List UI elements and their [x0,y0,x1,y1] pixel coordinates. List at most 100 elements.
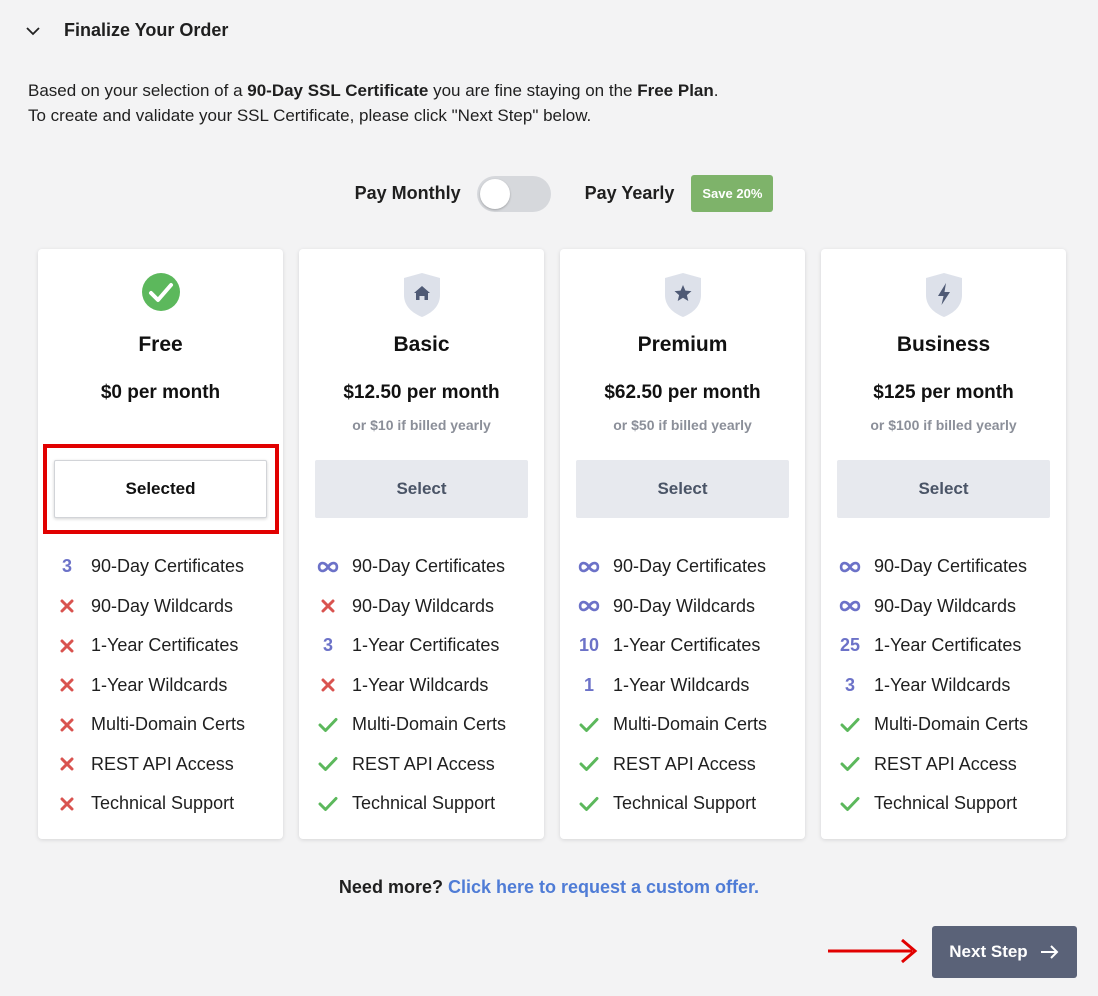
chevron-down-icon [26,26,40,35]
plan-name: Business [896,333,991,356]
cross-icon [55,599,79,613]
feature-label: 90-Day Wildcards [613,595,756,616]
plan-price: $62.50 per month [604,382,761,403]
feature-item: Technical Support [838,784,1028,824]
plan-name: Basic [393,333,450,356]
feature-label: 1-Year Certificates [91,635,239,656]
feature-list: 3 90-Day Certificates 90-Day Wildcards 1-Ye… [55,547,245,824]
plan-icon [821,271,1066,319]
feature-label: 1-Year Wildcards [352,674,489,695]
feature-label: 90-Day Wildcards [352,595,495,616]
check-icon [316,756,340,772]
feature-label: 1-Year Wildcards [874,674,1011,695]
feature-item: Technical Support [577,784,767,824]
feature-label: Multi-Domain Certs [352,714,507,735]
feature-count: 10 [578,635,600,656]
feature-item: REST API Access [838,745,1028,785]
feature-item: 90-Day Certificates [577,547,767,587]
feature-label: Technical Support [874,793,1018,814]
feature-label: Technical Support [352,793,496,814]
billing-toggle[interactable] [476,175,551,212]
intro-plan: Free Plan [637,81,714,100]
plan-card-business: Business $125 per month or $100 if billed … [821,249,1066,839]
feature-item: 3 90-Day Certificates [55,547,245,587]
custom-offer-row: Need more? Click here to request a custo… [0,877,1098,898]
plan-price: $0 per month [100,382,221,403]
intro-text: Based on your selection of a 90-Day SSL … [28,78,719,128]
select-business-button[interactable]: Select [837,460,1050,518]
check-icon [577,717,601,733]
feature-item: 90-Day Wildcards [55,587,245,627]
cross-icon [316,599,340,613]
feature-item: Multi-Domain Certs [316,705,506,745]
section-header[interactable]: Finalize Your Order [24,20,228,41]
infinity-icon [316,561,340,573]
cross-icon [316,678,340,692]
feature-item: Multi-Domain Certs [55,705,245,745]
select-basic-button[interactable]: Select [315,460,528,518]
feature-label: 1-Year Wildcards [91,674,228,695]
check-icon [838,717,862,733]
intro-prefix: Based on your selection of a [28,81,248,100]
feature-list: 90-Day Certificates 90-Day Wildcards 3 1-Ye… [316,547,506,824]
next-step-label: Next Step [949,942,1028,961]
feature-item: 1-Year Wildcards [55,666,245,706]
check-icon [838,796,862,812]
plan-yearly-note: or $50 if billed yearly [613,417,752,433]
check-icon [316,796,340,812]
select-premium-button[interactable]: Select [576,460,789,518]
cross-icon [55,678,79,692]
feature-label: 90-Day Wildcards [874,595,1017,616]
intro-suffix: . [713,81,719,100]
feature-item: 1 1-Year Wildcards [577,666,767,706]
cross-icon [55,797,79,811]
feature-label: 90-Day Certificates [91,556,245,577]
plan-price: $125 per month [873,382,1014,403]
plan-yearly-note: or $100 if billed yearly [870,417,1017,433]
shield-star-icon [664,273,701,317]
check-icon [577,796,601,812]
feature-count: 3 [322,635,333,656]
feature-count: 1 [583,674,594,695]
feature-count: 3 [61,556,72,577]
infinity-icon [838,561,862,573]
save-badge: Save 20% [691,175,774,212]
feature-count: 25 [839,635,861,656]
need-more-text: Need more? [338,877,443,897]
red-arrow-annotation [828,938,918,964]
feature-label: Multi-Domain Certs [91,714,246,735]
selected-button[interactable]: Selected [54,460,267,518]
feature-item: 90-Day Certificates [316,547,506,587]
feature-item: 90-Day Wildcards [577,587,767,627]
feature-item: 10 1-Year Certificates [577,626,767,666]
feature-label: REST API Access [352,753,495,774]
feature-list: 90-Day Certificates 90-Day Wildcards 10 1-Y… [577,547,767,824]
feature-label: Technical Support [91,793,235,814]
feature-label: REST API Access [91,753,234,774]
feature-item: 90-Day Wildcards [316,587,506,627]
check-icon [838,756,862,772]
feature-label: 1-Year Certificates [613,635,761,656]
feature-item: 1-Year Wildcards [316,666,506,706]
plan-card-premium: Premium $62.50 per month or $50 if billed … [560,249,805,839]
feature-item: 1-Year Certificates [55,626,245,666]
check-circle-icon [141,273,180,311]
feature-item: Technical Support [55,784,245,824]
cross-icon [55,639,79,653]
feature-label: Multi-Domain Certs [874,714,1029,735]
feature-list: 90-Day Certificates 90-Day Wildcards 25 1-Y… [838,547,1028,824]
plan-name: Free [138,333,183,356]
next-step-button[interactable]: Next Step [932,926,1077,978]
feature-item: REST API Access [316,745,506,785]
feature-label: 1-Year Certificates [874,635,1022,656]
feature-count: 3 [844,674,855,695]
pay-monthly-label[interactable]: Pay Monthly [355,183,461,204]
pay-yearly-label[interactable]: Pay Yearly [585,183,675,204]
cross-icon [55,757,79,771]
feature-item: REST API Access [55,745,245,785]
custom-offer-link[interactable]: Click here to request a custom offer. [448,877,759,897]
billing-toggle-row: Pay Monthly Pay Yearly Save 20% [0,175,1098,212]
intro-line-2: To create and validate your SSL Certific… [28,106,592,125]
plan-icon [38,271,283,313]
shield-home-icon [403,273,440,317]
